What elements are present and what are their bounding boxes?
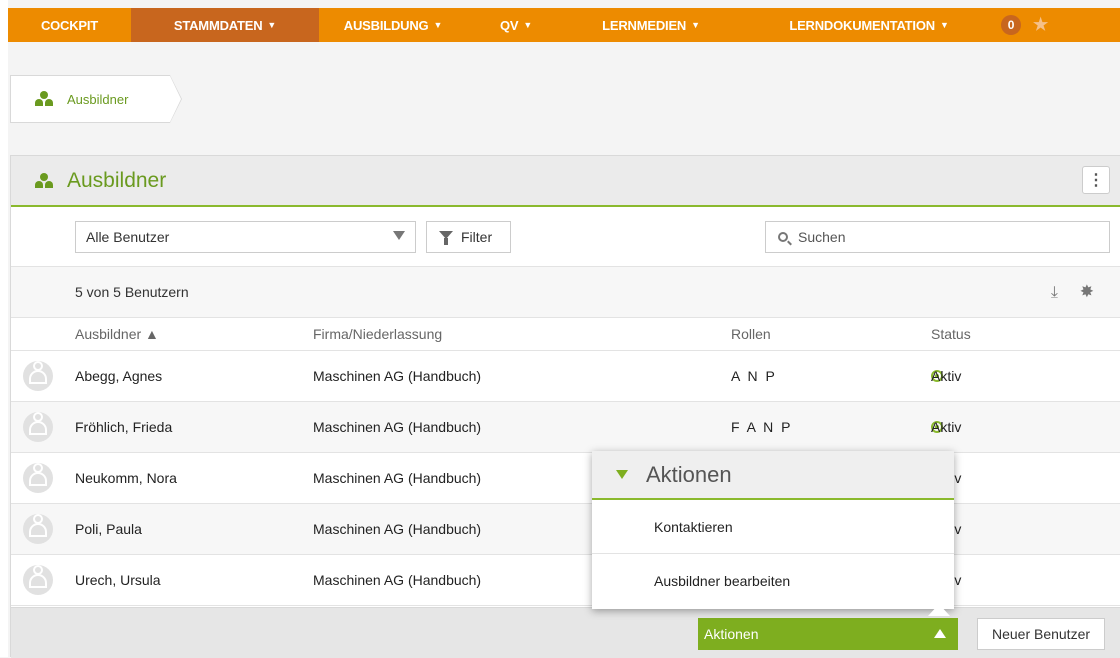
actions-popup-menu: Aktionen Kontaktieren Ausbildner bearbei… — [592, 451, 954, 609]
nav-item-stammdaten[interactable]: STAMMDATEN ▼ — [131, 8, 319, 42]
aktionen-button[interactable]: Aktionen — [698, 618, 958, 650]
breadcrumb-label: Ausbildner — [67, 91, 129, 107]
search-icon — [778, 232, 788, 242]
cell-name: Abegg, Agnes — [75, 368, 163, 384]
nav-item-label: COCKPIT — [40, 17, 99, 33]
avatar — [23, 514, 53, 544]
nav-item-qv[interactable]: QV ▼ — [467, 8, 565, 42]
cell-name: Neukomm, Nora — [75, 470, 177, 486]
menu-item-ausbildner-bearbeiten[interactable]: Ausbildner bearbeiten — [592, 554, 954, 608]
select-value: Alle Benutzer — [86, 229, 170, 245]
star-icon[interactable]: ★ — [1033, 15, 1048, 35]
column-header-rollen[interactable]: Rollen — [731, 326, 771, 342]
status-label: Aktiv — [931, 368, 962, 384]
popup-pointer — [928, 604, 950, 616]
cell-firma: Maschinen AG (Handbuch) — [313, 572, 482, 588]
funnel-icon — [439, 231, 453, 245]
nav-item-ausbildung[interactable]: AUSBILDUNG ▼ — [319, 8, 467, 42]
breadcrumb[interactable]: Ausbildner — [10, 75, 182, 123]
nav-item-label: LERNDOKUMENTATION — [789, 17, 935, 33]
nav-item-cockpit[interactable]: COCKPIT — [8, 8, 131, 42]
popup-header[interactable]: Aktionen — [592, 451, 954, 500]
gear-icon[interactable]: ✸ — [1080, 282, 1094, 302]
cell-firma: Maschinen AG (Handbuch) — [313, 470, 482, 486]
download-icon[interactable]: ⤓ — [1051, 284, 1058, 302]
nav-item-label: STAMMDATEN — [173, 17, 263, 33]
search-placeholder: Suchen — [798, 229, 846, 245]
users-icon — [35, 172, 53, 189]
column-header-firma[interactable]: Firma/Niederlassung — [313, 326, 442, 342]
result-count: 5 von 5 Benutzern — [75, 284, 189, 300]
notification-badge[interactable]: 0 — [1001, 15, 1021, 35]
user-filter-select[interactable]: Alle Benutzer — [75, 221, 416, 253]
cell-rollen: F A N P — [731, 419, 793, 435]
top-navigation: COCKPIT STAMMDATEN ▼ AUSBILDUNG ▼ QV ▼ L… — [8, 8, 1120, 42]
left-frame — [0, 0, 8, 657]
panel-menu-button[interactable]: ⋮ — [1082, 166, 1110, 194]
chevron-down-icon: ▼ — [523, 20, 533, 30]
table-row[interactable]: Fröhlich, Frieda Maschinen AG (Handbuch)… — [11, 402, 1120, 453]
new-user-label: Neuer Benutzer — [991, 626, 1091, 642]
avatar — [23, 565, 53, 595]
status-label: Aktiv — [931, 419, 962, 435]
new-user-button[interactable]: Neuer Benutzer — [977, 618, 1105, 650]
menu-item-kontaktieren[interactable]: Kontaktieren — [592, 500, 954, 554]
chevron-down-icon: ▼ — [267, 20, 277, 30]
cell-firma: Maschinen AG (Handbuch) — [313, 368, 482, 384]
filter-button[interactable]: Filter — [426, 221, 511, 253]
nav-item-lernmedien[interactable]: LERNMEDIEN ▼ — [565, 8, 737, 42]
chevron-down-icon: ▼ — [433, 20, 443, 30]
nav-item-label: AUSBILDUNG — [343, 17, 429, 33]
column-header-status[interactable]: Status — [931, 326, 971, 342]
kebab-icon: ⋮ — [1088, 172, 1104, 189]
cell-firma: Maschinen AG (Handbuch) — [313, 521, 482, 537]
nav-item-label: LERNMEDIEN — [602, 17, 687, 33]
cell-name: Urech, Ursula — [75, 572, 161, 588]
cell-name: Poli, Paula — [75, 521, 142, 537]
chevron-up-icon — [934, 629, 946, 638]
chevron-down-icon: ▼ — [691, 20, 700, 30]
popup-title: Aktionen — [646, 461, 732, 487]
cell-rollen: A N P — [731, 368, 777, 384]
users-icon — [35, 91, 53, 107]
cell-name: Fröhlich, Frieda — [75, 419, 173, 435]
table-row[interactable]: Abegg, Agnes Maschinen AG (Handbuch) A N… — [11, 351, 1120, 402]
count-row: 5 von 5 Benutzern ⤓ ✸ — [11, 267, 1120, 318]
column-header-name[interactable]: Ausbildner ▲ — [75, 326, 159, 342]
aktionen-label: Aktionen — [704, 626, 759, 642]
chevron-down-icon: ▼ — [939, 20, 949, 30]
panel-footer: Aktionen Neuer Benutzer — [11, 607, 1120, 658]
page-title: Ausbildner — [67, 168, 167, 192]
cell-firma: Maschinen AG (Handbuch) — [313, 419, 482, 435]
avatar — [23, 361, 53, 391]
chevron-down-icon — [616, 470, 628, 479]
avatar — [23, 412, 53, 442]
avatar — [23, 463, 53, 493]
nav-item-label: QV — [499, 17, 519, 33]
dropdown-arrow-icon — [393, 231, 405, 240]
panel-header: Ausbildner ⋮ — [11, 156, 1120, 207]
nav-item-lerndokumentation[interactable]: LERNDOKUMENTATION ▼ — [737, 8, 1001, 42]
filter-label: Filter — [461, 229, 493, 245]
table-header: Ausbildner ▲ Firma/Niederlassung Rollen … — [11, 318, 1120, 351]
filter-row: Alle Benutzer Filter Suchen — [11, 207, 1120, 267]
search-input[interactable]: Suchen — [765, 221, 1110, 253]
